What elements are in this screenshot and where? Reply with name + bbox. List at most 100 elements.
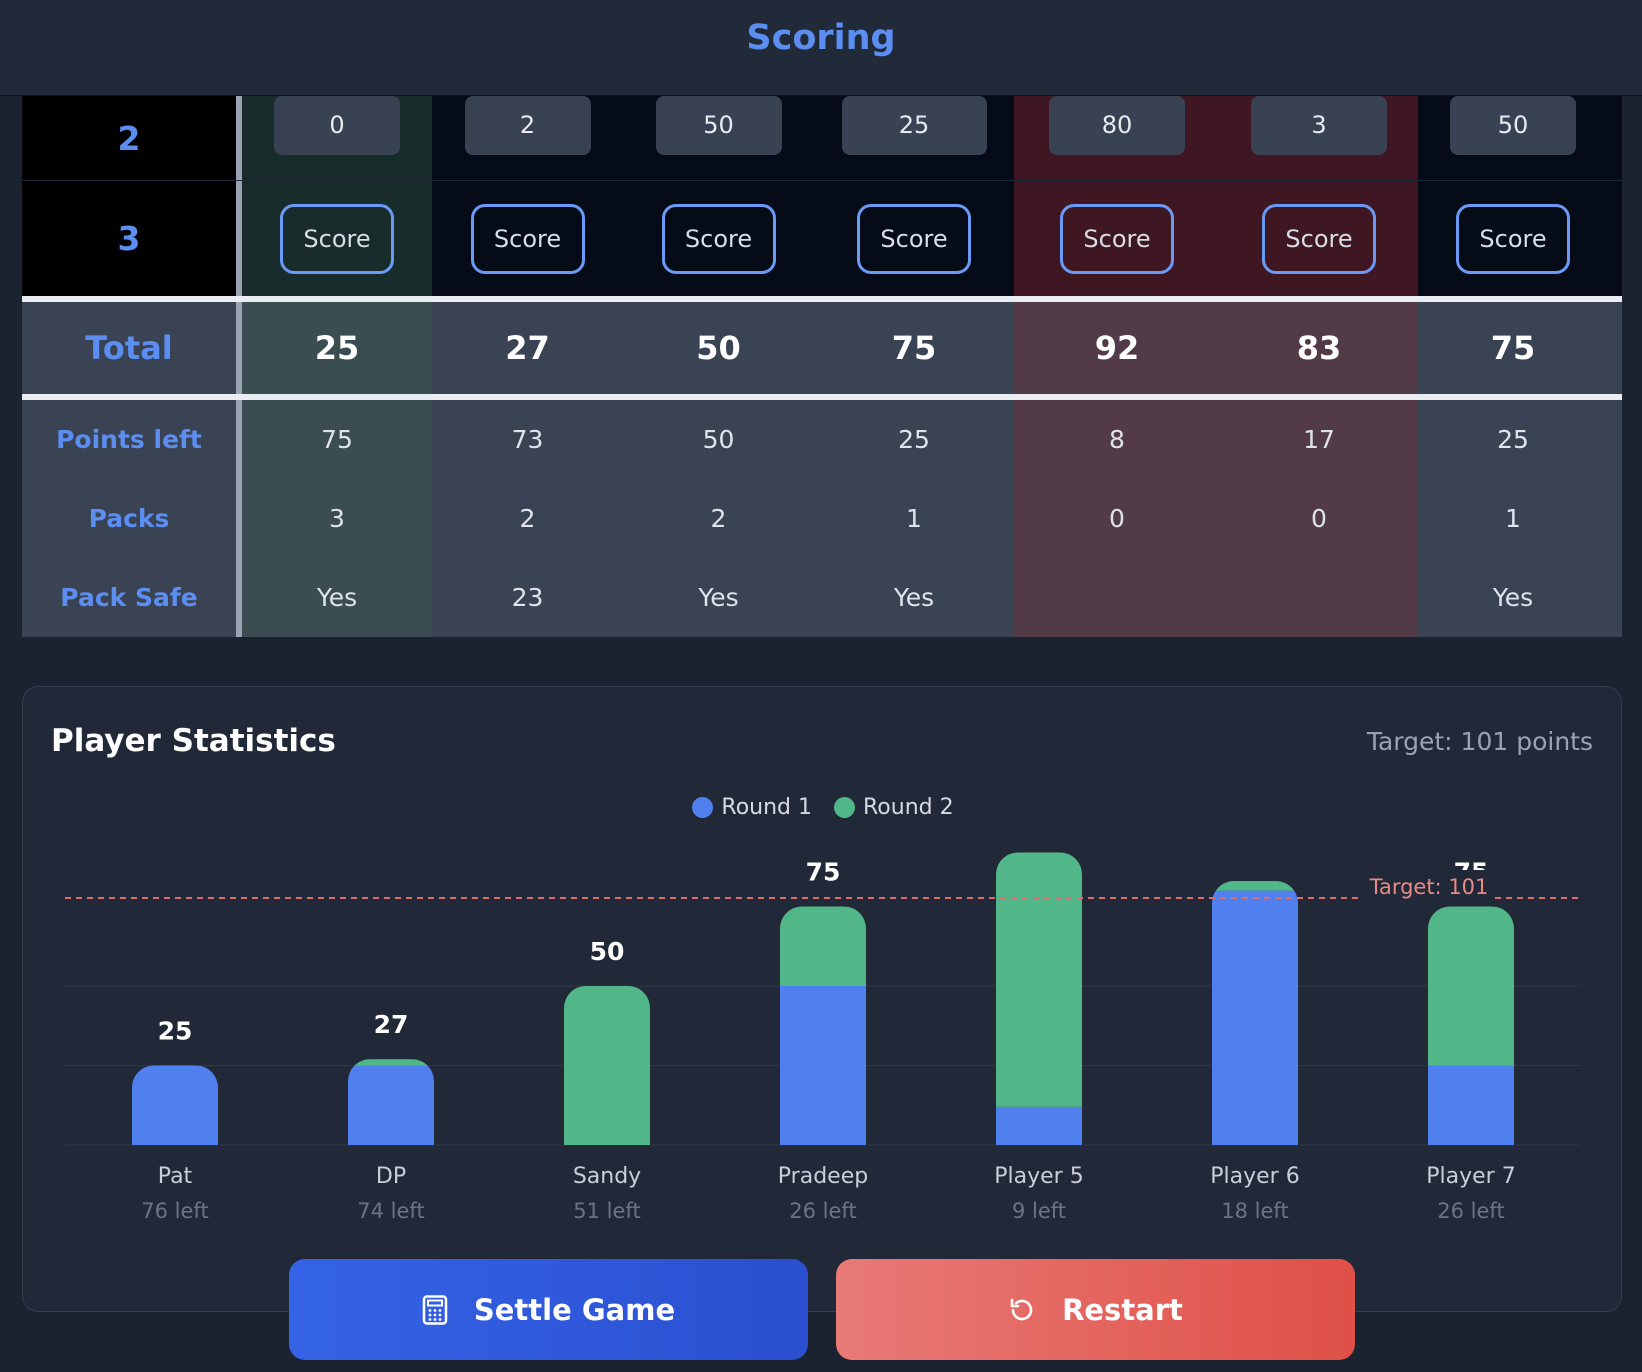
bar-segment <box>1428 1065 1514 1145</box>
score-button[interactable]: Score <box>1262 203 1376 274</box>
category-sublabel: 9 left <box>1012 1199 1066 1223</box>
points-left-cell: 17 <box>1220 400 1418 479</box>
packs-label: Packs <box>22 479 242 558</box>
total-cell: 92 <box>1014 302 1220 394</box>
pack-safe-cell: Yes <box>1492 583 1534 612</box>
bar-segment <box>996 852 1082 1107</box>
points-left-cell: 25 <box>898 425 930 454</box>
bar-segment <box>348 1059 434 1066</box>
bar-segment <box>1212 881 1298 891</box>
pack-safe-label: Pack Safe <box>22 558 242 637</box>
points-left-cell: 75 <box>242 400 432 479</box>
calculator-icon <box>422 1294 448 1325</box>
round-2-label: 2 <box>22 96 242 180</box>
score-button[interactable]: Score <box>470 203 585 274</box>
round-2-score-input[interactable]: 25 <box>841 95 987 155</box>
round-2-score-input[interactable]: 50 <box>655 95 782 155</box>
total-cell: 75 <box>1490 329 1536 367</box>
category-label: Pradeep <box>778 1164 868 1189</box>
total-cell: 75 <box>891 329 937 367</box>
points-left-label: Points left <box>22 400 242 479</box>
category-label: Player 6 <box>1210 1164 1299 1189</box>
stacked-bar-chart: 25 Pat 76 left 27 DP 74 left 50 Sandy 51 left 75 P… <box>65 852 1581 1223</box>
bar-segment <box>996 1106 1082 1145</box>
total-cell: 27 <box>505 329 550 367</box>
round-2-cell: 80 <box>1014 95 1220 180</box>
restart-label: Restart <box>1062 1292 1183 1327</box>
round-3-cell: Score <box>1220 181 1418 296</box>
score-button[interactable]: Score <box>661 203 776 274</box>
settle-game-button[interactable]: Settle Game <box>289 1259 808 1360</box>
round-2-cell: 50 <box>623 95 814 180</box>
score-button[interactable]: Score <box>280 203 394 274</box>
points-left-cell: 8 <box>1014 400 1220 479</box>
round-2-score-input[interactable]: 80 <box>1049 95 1185 155</box>
player-statistics-panel: Player Statistics Target: 101 points Rou… <box>22 686 1622 1312</box>
pack-safe-cell <box>1014 558 1220 637</box>
total-cell: 25 <box>242 302 432 394</box>
packs-cell: 0 <box>1014 479 1220 558</box>
round-2-score-input[interactable]: 2 <box>464 95 591 155</box>
category-label: Sandy <box>573 1164 641 1189</box>
round-2-cell: 2 <box>432 95 623 180</box>
round-2-score-input[interactable]: 50 <box>1450 95 1576 155</box>
pack-safe-cell: Yes <box>242 558 432 637</box>
category-sublabel: 26 left <box>1437 1199 1504 1223</box>
category-label: Player 5 <box>994 1164 1083 1189</box>
page-header: Scoring <box>0 0 1642 96</box>
packs-cell: 2 <box>519 504 536 533</box>
round-3-cell: Score <box>242 181 432 296</box>
restart-icon <box>1010 1298 1033 1320</box>
pack-safe-cell: Yes <box>893 583 935 612</box>
round-2-cell: 25 <box>814 95 1014 180</box>
pack-safe-cell: 23 <box>511 583 544 612</box>
round-3-cell: Score <box>1014 181 1220 296</box>
round-3-cell: Score <box>432 181 623 296</box>
restart-button[interactable]: Restart <box>836 1259 1355 1360</box>
page-title: Scoring <box>746 17 896 58</box>
pack-safe-row: Pack Safe Yes 23 Yes Yes Yes <box>22 558 1622 637</box>
category-sublabel: 74 left <box>357 1199 424 1223</box>
points-left-cell: 73 <box>511 425 544 454</box>
target-label: Target: 101 <box>1369 875 1489 899</box>
bar-segment <box>780 986 866 1145</box>
total-cell: 50 <box>696 329 741 367</box>
packs-row: Packs 3 2 2 1 00 1 <box>22 479 1622 558</box>
bar-total-label: 50 <box>590 937 625 966</box>
points-left-cell: 25 <box>1497 425 1529 454</box>
score-button[interactable]: Score <box>857 203 971 274</box>
packs-cell: 2 <box>710 504 727 533</box>
scoring-table: 2 0 2 50 25 80 3 50 3 Score Score Score Score Scor… <box>22 95 1622 641</box>
round-3-cell: Score <box>814 181 1014 296</box>
packs-cell: 3 <box>242 479 432 558</box>
round-3-cell: Score <box>623 181 814 296</box>
category-sublabel: 76 left <box>141 1199 208 1223</box>
packs-cell: 1 <box>1505 504 1521 533</box>
round-2-cell: 3 <box>1220 95 1418 180</box>
pack-safe-cell <box>1220 558 1418 637</box>
bar-total-label: 27 <box>374 1010 409 1039</box>
bar-segment <box>348 1065 434 1145</box>
bar-segment <box>1212 890 1298 1145</box>
category-sublabel: 26 left <box>789 1199 856 1223</box>
settle-game-label: Settle Game <box>473 1292 676 1327</box>
pack-safe-cell: Yes <box>698 583 739 612</box>
category-label: DP <box>376 1164 406 1189</box>
category-sublabel: 18 left <box>1221 1199 1288 1223</box>
bar-segment <box>780 906 866 986</box>
round-2-score-input[interactable]: 3 <box>1251 95 1387 155</box>
score-button[interactable]: Score <box>1456 203 1570 274</box>
round-2-cell: 50 <box>1418 95 1608 180</box>
bar-total-label: 75 <box>806 858 841 887</box>
round-2-cell: 0 <box>242 95 432 180</box>
packs-cell: 1 <box>906 504 922 533</box>
category-sublabel: 51 left <box>573 1199 640 1223</box>
score-button[interactable]: Score <box>1060 203 1174 274</box>
points-left-cell: 50 <box>702 425 735 454</box>
round-3-row: 3 Score Score Score Score Score Score Score <box>22 181 1622 296</box>
total-label: Total <box>22 302 242 394</box>
round-2-score-input[interactable]: 0 <box>274 95 400 155</box>
category-label: Pat <box>158 1164 193 1189</box>
points-left-row: Points left 75 73 50 25 8 17 25 <box>22 400 1622 479</box>
category-label: Player 7 <box>1426 1164 1515 1189</box>
